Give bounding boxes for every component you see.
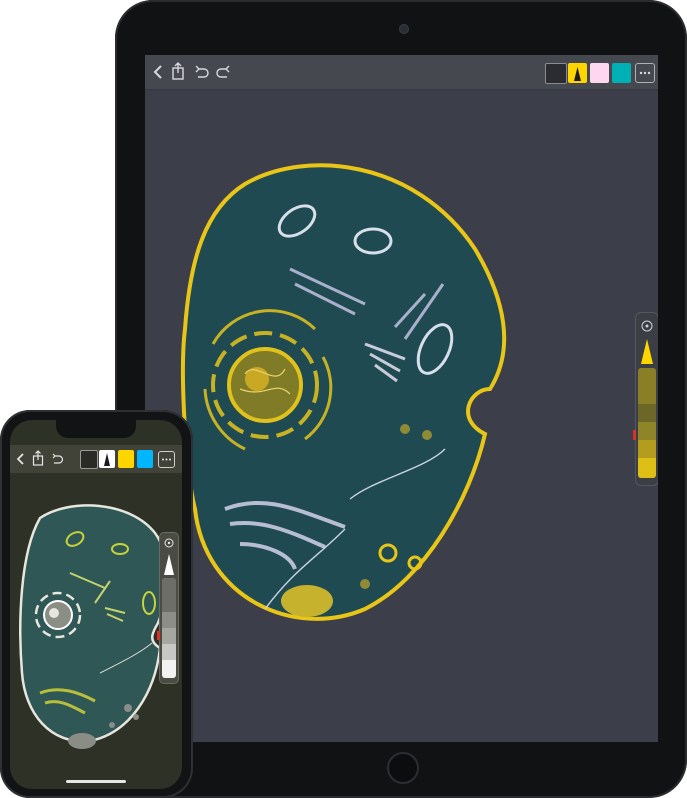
iphone-notch xyxy=(56,420,136,438)
color-swatch-pink[interactable] xyxy=(590,63,609,83)
share-icon[interactable] xyxy=(171,62,185,80)
iphone-cell-drawing[interactable] xyxy=(10,473,182,773)
pencil-tip-icon xyxy=(164,554,174,575)
opacity-dial-icon[interactable] xyxy=(163,537,175,549)
brush-size-slider[interactable] xyxy=(638,368,656,478)
pencil-tool-button[interactable] xyxy=(99,450,115,468)
pencil-tip-icon xyxy=(641,339,653,364)
iphone-toolbar xyxy=(10,445,182,473)
undo-icon[interactable] xyxy=(195,65,209,79)
vacuole xyxy=(68,733,96,749)
vesicle xyxy=(360,579,370,589)
color-swatch-teal[interactable] xyxy=(612,63,631,83)
color-swatch-yellow[interactable] xyxy=(118,450,134,468)
slider-indicator xyxy=(633,430,636,440)
pencil-tool-button[interactable] xyxy=(568,63,587,83)
vesicle xyxy=(124,704,132,712)
vesicle xyxy=(422,430,432,440)
color-swatch-blue[interactable] xyxy=(137,450,153,468)
redo-icon[interactable] xyxy=(216,65,230,79)
back-icon[interactable] xyxy=(153,64,163,80)
iphone-screen xyxy=(10,420,182,789)
opacity-dial-icon[interactable] xyxy=(640,319,654,333)
pencil-tool-icon xyxy=(104,453,110,466)
nucleolus xyxy=(49,608,59,618)
home-indicator[interactable] xyxy=(66,780,126,783)
ipad-home-button[interactable] xyxy=(387,752,419,784)
brush-size-slider[interactable] xyxy=(162,578,176,678)
vesicle xyxy=(133,714,139,720)
cell-membrane xyxy=(19,504,168,743)
layers-icon[interactable] xyxy=(545,63,567,84)
ipad-cell-drawing[interactable] xyxy=(145,89,658,742)
ipad-brush-slider-panel xyxy=(633,312,658,486)
share-icon[interactable] xyxy=(32,450,44,466)
slider-indicator xyxy=(157,631,160,640)
ipad-camera xyxy=(399,24,409,34)
more-icon xyxy=(639,71,651,75)
pencil-tool-icon xyxy=(574,67,581,81)
undo-icon[interactable] xyxy=(52,453,64,465)
vacuole xyxy=(281,585,333,617)
back-icon[interactable] xyxy=(16,452,24,466)
ipad-screen xyxy=(145,55,658,742)
more-button[interactable] xyxy=(635,63,655,83)
vesicle xyxy=(400,424,410,434)
layers-icon[interactable] xyxy=(80,450,98,469)
ipad-toolbar xyxy=(145,55,658,90)
more-button[interactable] xyxy=(158,451,175,468)
more-icon xyxy=(162,458,171,461)
iphone-brush-slider-panel xyxy=(157,532,179,684)
vesicle xyxy=(109,722,115,728)
